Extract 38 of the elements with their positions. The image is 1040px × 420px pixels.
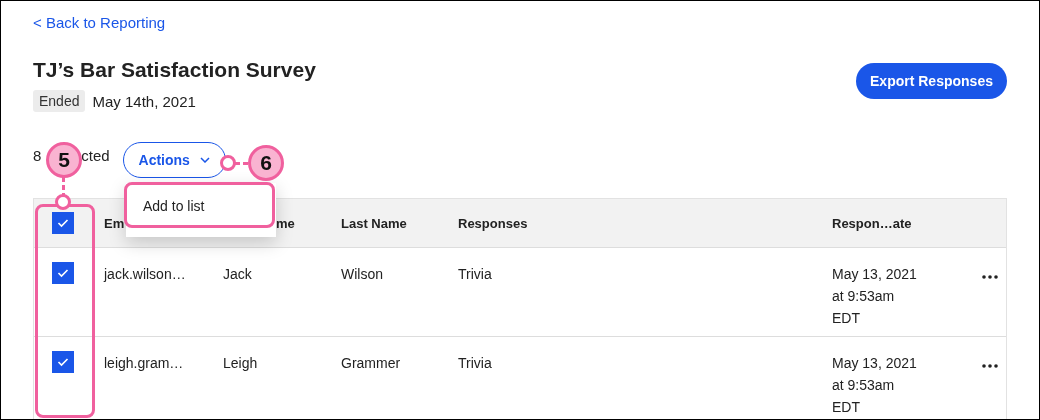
page-title: TJ’s Bar Satisfaction Survey: [33, 57, 316, 83]
column-header: Responses: [458, 215, 528, 231]
row-checkbox[interactable]: [52, 262, 74, 284]
check-icon: [57, 268, 69, 278]
selection-count: 8: [33, 146, 42, 164]
callout-marker: [220, 155, 236, 171]
callout-badge: 5: [46, 142, 82, 178]
chevron-down-icon: [199, 157, 210, 163]
table-cell-text: May 13, 2021 at 9:53am EDT: [832, 265, 917, 328]
table-cell: Wilson: [341, 266, 383, 282]
selection-count: cted: [81, 146, 110, 164]
column-header: Respon…ate: [832, 215, 912, 231]
row-checkbox[interactable]: [52, 351, 74, 373]
table-cell: jack.wilson…: [104, 266, 186, 282]
column-header: Last Name: [341, 215, 407, 231]
table-cell: leigh.gram…: [104, 355, 184, 371]
menu-item[interactable]: Add to list: [143, 197, 205, 215]
back-link[interactable]: < Back to Reporting: [33, 13, 166, 33]
table-cell: Jack: [223, 266, 252, 282]
table-cell: Trivia: [458, 355, 492, 371]
select-all-checkbox[interactable]: [52, 212, 74, 234]
survey-date: May 14th, 2021: [92, 92, 196, 110]
column-header: Em: [104, 215, 125, 231]
callout-line: [62, 177, 65, 195]
status-badge: Ended: [33, 90, 86, 112]
more-icon[interactable]: [982, 275, 998, 279]
table-cell: Leigh: [223, 355, 258, 371]
check-icon: [57, 218, 69, 228]
table-cell: Grammer: [341, 355, 401, 371]
callout-marker: [55, 194, 71, 210]
table-cell: Trivia: [458, 266, 492, 282]
table-cell-text: May 13, 2021 at 9:53am EDT: [832, 354, 917, 417]
check-icon: [57, 357, 69, 367]
actions-button[interactable]: Actions: [122, 142, 226, 178]
export-button[interactable]: Export Responses: [856, 63, 1007, 99]
callout-badge: 6: [248, 145, 284, 181]
more-icon[interactable]: [982, 364, 998, 368]
column-header: me: [276, 215, 295, 231]
